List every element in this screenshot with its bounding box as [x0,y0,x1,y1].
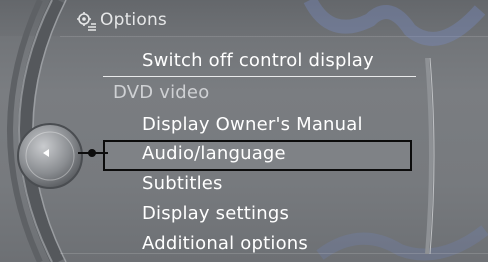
menu-item-additional-options[interactable]: Additional options [142,233,308,254]
menu-item-display-owners-manual[interactable]: Display Owner's Manual [142,114,363,135]
idrive-screen: Options Switch off control display DVD v… [0,0,488,262]
menu-item-audio-language[interactable]: Audio/language [142,143,286,164]
menu-item-switch-off-display[interactable]: Switch off control display [142,50,374,71]
watermark-shape-bottom [316,225,488,261]
menu-section-dvd-video: DVD video [113,82,210,103]
menu-item-display-settings[interactable]: Display settings [142,203,289,224]
page-title: Options [100,10,167,30]
scrollbar[interactable] [424,58,435,254]
options-gear-icon [77,12,96,31]
menu-separator [103,76,416,77]
controller-connector-dot [88,149,96,157]
menu-item-subtitles[interactable]: Subtitles [142,173,223,194]
controller-left-arrow-icon [43,149,49,157]
